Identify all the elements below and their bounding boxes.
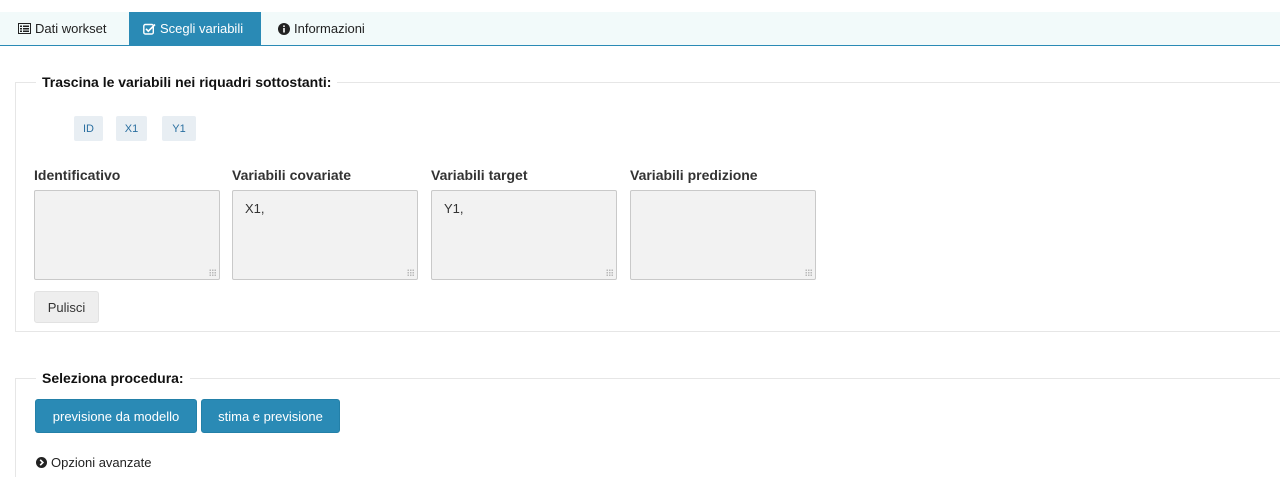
chevron-circle-right-icon: [36, 457, 47, 468]
dropzone-value: X1,: [245, 201, 265, 216]
list-icon: [18, 23, 31, 34]
variable-chip-x1[interactable]: X1: [116, 116, 147, 141]
target-label: Variabili target: [431, 167, 528, 183]
tab-label: Informazioni: [294, 21, 365, 36]
tab-scegli-variabili[interactable]: Scegli variabili: [129, 12, 261, 45]
stima-e-previsione-button[interactable]: stima e previsione: [201, 399, 340, 433]
tab-bar: Dati workset Scegli variabili Informazio…: [0, 12, 1280, 46]
resize-grip-icon[interactable]: [805, 269, 812, 276]
resize-grip-icon[interactable]: [209, 269, 216, 276]
procedure-legend: Seleziona procedura:: [36, 369, 190, 387]
covariate-dropzone[interactable]: X1,: [232, 190, 418, 280]
variables-legend: Trascina le variabili nei riquadri sotto…: [36, 73, 338, 91]
resize-grip-icon[interactable]: [606, 269, 613, 276]
advanced-options-label: Opzioni avanzate: [51, 455, 152, 470]
checkbox-icon: [143, 23, 156, 35]
target-dropzone[interactable]: Y1,: [431, 190, 617, 280]
identificativo-dropzone[interactable]: [34, 190, 220, 280]
predizione-label: Variabili predizione: [630, 167, 758, 183]
info-icon: [278, 22, 290, 35]
resize-grip-icon[interactable]: [407, 269, 414, 276]
tab-dati-workset[interactable]: Dati workset: [10, 12, 124, 45]
previsione-da-modello-button[interactable]: previsione da modello: [35, 399, 197, 433]
covariate-label: Variabili covariate: [232, 167, 352, 183]
tab-label: Dati workset: [35, 21, 107, 36]
dropzone-value: Y1,: [444, 201, 464, 216]
tab-informazioni[interactable]: Informazioni: [266, 12, 384, 45]
predizione-dropzone[interactable]: [630, 190, 816, 280]
identificativo-label: Identificativo: [34, 167, 121, 183]
advanced-options-link[interactable]: Opzioni avanzate: [36, 455, 151, 470]
variable-chip-id[interactable]: ID: [74, 116, 103, 141]
clear-button[interactable]: Pulisci: [34, 291, 99, 323]
variable-chip-y1[interactable]: Y1: [162, 116, 196, 141]
tab-label: Scegli variabili: [160, 21, 244, 36]
